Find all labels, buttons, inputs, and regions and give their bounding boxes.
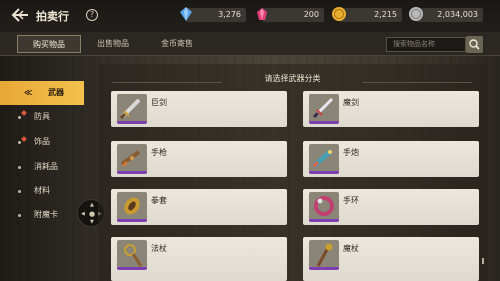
- category-card-greatsword[interactable]: 巨剑: [111, 91, 287, 127]
- search-input[interactable]: 搜索物品名称: [386, 37, 466, 52]
- sidebar-item-armor[interactable]: 防具: [0, 105, 84, 129]
- sidebar-item-enchant-card[interactable]: 附魔卡: [0, 203, 84, 227]
- help-icon[interactable]: ?: [86, 9, 98, 21]
- staff-icon: [117, 240, 147, 270]
- diamond-amount: 3,276: [218, 10, 241, 19]
- search-button[interactable]: [466, 36, 483, 53]
- category-card-gauntlet[interactable]: 拳套: [111, 189, 287, 225]
- scrollbar[interactable]: [482, 258, 484, 264]
- category-card-pistol[interactable]: 手枪: [111, 141, 287, 177]
- panel-heading: 请选择武器分类: [264, 74, 321, 83]
- search-icon: [469, 39, 480, 50]
- bullet-icon: [18, 214, 21, 217]
- category-card-bracelet[interactable]: 手环: [303, 189, 479, 225]
- back-arrow-icon[interactable]: [10, 7, 30, 23]
- category-card-wand[interactable]: 魔杖: [303, 237, 479, 281]
- category-card-staff[interactable]: 法杖: [111, 237, 287, 281]
- pistol-icon: [117, 144, 147, 174]
- greatsword-icon: [117, 94, 147, 124]
- silver-coin-icon: [408, 6, 424, 22]
- tab-sell[interactable]: 出售物品: [86, 35, 140, 53]
- bullet-icon: [18, 166, 21, 169]
- bullet-icon: [18, 190, 21, 193]
- top-bar: 拍卖行 ? 3,276 200 2,215 2,034,003: [0, 0, 500, 32]
- category-card-magic-sword[interactable]: 魔剑: [303, 91, 479, 127]
- sidebar-item-accessory[interactable]: 饰品: [0, 130, 84, 154]
- pink-gem-icon: [254, 6, 270, 22]
- currency-gem: 200: [257, 8, 324, 22]
- wand-icon: [309, 240, 339, 270]
- currency-gold: 2,215: [332, 7, 402, 22]
- sidebar-item-consumable[interactable]: 消耗品: [0, 155, 84, 179]
- category-card-hand-cannon[interactable]: 手炮: [303, 141, 479, 177]
- sidebar-item-weapon[interactable]: ≪ 武器: [0, 81, 84, 105]
- gauntlet-icon: [117, 192, 147, 222]
- tab-gold-consign[interactable]: 金币寄售: [148, 35, 206, 53]
- currency-diamond: 3,276: [180, 7, 246, 22]
- sidebar-item-material[interactable]: 材料: [0, 179, 84, 203]
- bullet-icon: [18, 141, 21, 144]
- double-chevron-icon: ≪: [24, 88, 33, 97]
- page-title: 拍卖行: [36, 10, 69, 23]
- blue-diamond-icon: [178, 6, 194, 22]
- bracelet-icon: [309, 192, 339, 222]
- tab-buy[interactable]: 购买物品: [17, 35, 81, 53]
- silver-amount: 2,034,003: [437, 10, 478, 19]
- bullet-icon: [18, 116, 21, 119]
- hand-cannon-icon: [309, 144, 339, 174]
- currency-silver: 2,034,003: [409, 7, 483, 22]
- gold-coin-icon: [331, 6, 347, 22]
- magic-sword-icon: [309, 94, 339, 124]
- gold-amount: 2,215: [374, 10, 397, 19]
- gem-amount: 200: [303, 10, 319, 19]
